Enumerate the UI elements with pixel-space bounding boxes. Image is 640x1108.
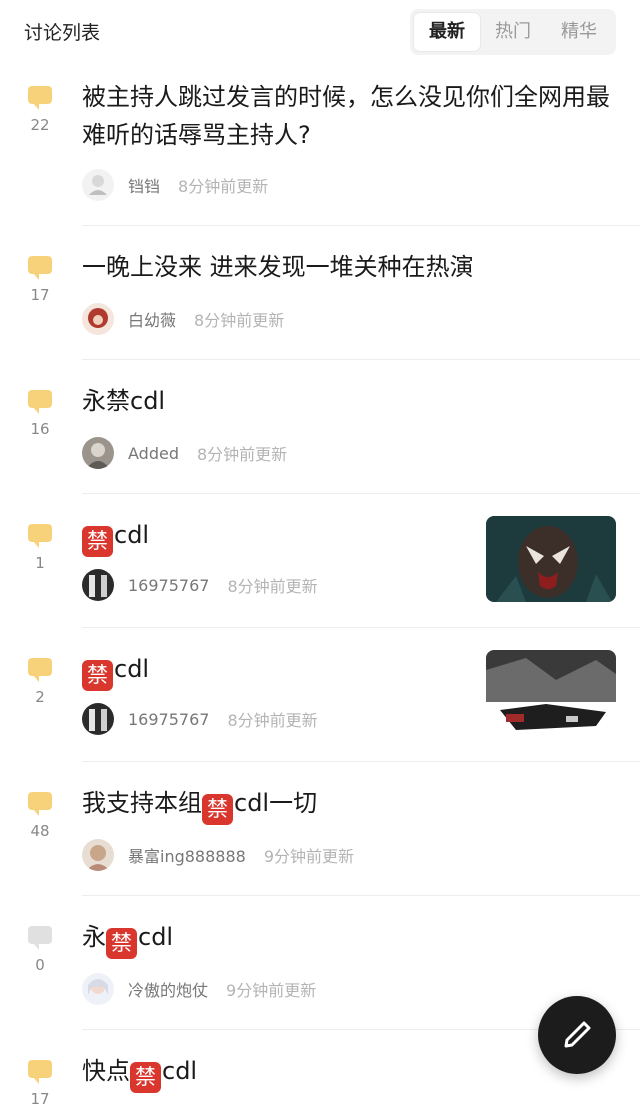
- post-title-text: cdl: [114, 655, 150, 683]
- avatar[interactable]: [82, 303, 114, 335]
- post-meta: 16975767 8分钟前更新: [82, 702, 318, 736]
- post-item[interactable]: 16 永禁cdl Added 8分钟前更新: [0, 360, 640, 494]
- avatar[interactable]: [82, 703, 114, 735]
- avatar[interactable]: [82, 569, 114, 601]
- updated-time: 8分钟前更新: [178, 177, 269, 196]
- tab-latest[interactable]: 最新: [414, 13, 480, 51]
- comment-bubble-icon: [28, 524, 52, 548]
- post-item[interactable]: 1 禁 cdl 16975767 8分钟前更新: [0, 494, 640, 628]
- post-item[interactable]: 48 我支持本组禁 cdl一切 暴富ing888888 9分钟前更新: [0, 762, 640, 896]
- updated-time: 9分钟前更新: [263, 847, 355, 866]
- post-title-text: cdl: [162, 1057, 198, 1085]
- ban-badge: 禁: [202, 794, 233, 825]
- post-meta: 16975767 8分钟前更新: [82, 568, 318, 602]
- comment-count: 0: [35, 956, 45, 974]
- updated-time: 8分钟前更新: [194, 311, 285, 330]
- post-title-text: cdl: [114, 521, 150, 549]
- comment-bubble-icon: [28, 390, 52, 414]
- comment-count: 1: [35, 554, 45, 572]
- post-meta: Added 8分钟前更新: [82, 436, 287, 470]
- post-item[interactable]: 17 一晚上没来 进来发现一堆关种在热演 白幼薇 8分钟前更新: [0, 226, 640, 360]
- sort-tabs: 最新 热门 精华: [410, 9, 616, 55]
- author-name[interactable]: 16975767: [128, 576, 209, 595]
- post-title[interactable]: 禁 cdl: [82, 650, 490, 691]
- post-item[interactable]: 22 被主持人跳过发言的时候，怎么没见你们全网用最难听的话辱骂主持人? 铛铛 8…: [0, 66, 640, 226]
- tab-hot[interactable]: 热门: [480, 13, 546, 51]
- post-title[interactable]: 我支持本组禁 cdl一切: [82, 784, 614, 825]
- post-title[interactable]: 一晚上没来 进来发现一堆关种在热演: [82, 248, 614, 286]
- author-name[interactable]: 暴富ing888888: [128, 843, 246, 867]
- post-title[interactable]: 禁 cdl: [82, 516, 490, 557]
- comment-bubble-icon: [28, 926, 52, 950]
- post-item[interactable]: 2 禁 cdl 16975767 8分钟前更新: [0, 628, 640, 762]
- post-thumbnail[interactable]: [486, 516, 616, 602]
- header: 讨论列表 最新 热门 精华: [0, 0, 640, 66]
- comment-count: 17: [30, 286, 50, 304]
- ban-badge: 禁: [106, 928, 137, 959]
- author-name[interactable]: 白幼薇: [128, 307, 176, 331]
- post-title-text: 快点: [82, 1057, 130, 1085]
- updated-time: 8分钟前更新: [227, 711, 318, 730]
- ban-badge: 禁: [130, 1062, 161, 1093]
- author-name[interactable]: 冷傲的炮仗: [128, 977, 208, 1001]
- author-name[interactable]: Added: [128, 444, 179, 463]
- comment-bubble-icon: [28, 86, 52, 110]
- ban-badge: 禁: [82, 526, 113, 557]
- post-meta: 冷傲的炮仗 9分钟前更新: [82, 972, 316, 1006]
- author-name[interactable]: 铛铛: [128, 173, 160, 197]
- post-title[interactable]: 永禁cdl: [82, 382, 614, 420]
- comment-count: 17: [30, 1090, 50, 1108]
- compose-button[interactable]: [538, 996, 616, 1074]
- avatar[interactable]: [82, 973, 114, 1005]
- comment-bubble-icon: [28, 1060, 52, 1084]
- comment-count: 2: [35, 688, 45, 706]
- post-title[interactable]: 永禁cdl: [82, 918, 614, 959]
- avatar[interactable]: [82, 437, 114, 469]
- post-title[interactable]: 被主持人跳过发言的时候，怎么没见你们全网用最难听的话辱骂主持人?: [82, 78, 614, 154]
- comment-bubble-icon: [28, 256, 52, 280]
- tab-featured[interactable]: 精华: [546, 13, 612, 51]
- avatar[interactable]: [82, 839, 114, 871]
- comment-count: 22: [30, 116, 50, 134]
- post-thumbnail[interactable]: [486, 650, 616, 736]
- comment-count: 16: [30, 420, 50, 438]
- post-title-text: cdl一切: [234, 789, 318, 817]
- post-title-text: 我支持本组: [82, 789, 202, 817]
- avatar[interactable]: [82, 169, 114, 201]
- post-title-text: 永: [82, 923, 106, 951]
- pencil-icon: [564, 1021, 591, 1048]
- ban-badge: 禁: [82, 660, 113, 691]
- author-name[interactable]: 16975767: [128, 710, 209, 729]
- comment-bubble-icon: [28, 792, 52, 816]
- page-title: 讨论列表: [24, 22, 101, 44]
- post-title[interactable]: 快点禁 cdl: [82, 1052, 614, 1093]
- post-meta: 铛铛 8分钟前更新: [82, 168, 268, 202]
- post-title-text: cdl: [138, 923, 174, 951]
- post-meta: 暴富ing888888 9分钟前更新: [82, 838, 354, 872]
- comment-count: 48: [30, 822, 50, 840]
- updated-time: 8分钟前更新: [196, 445, 288, 464]
- comment-bubble-icon: [28, 658, 52, 682]
- updated-time: 8分钟前更新: [227, 577, 318, 596]
- post-meta: 白幼薇 8分钟前更新: [82, 302, 284, 336]
- post-item[interactable]: 0 永禁 cdl 冷傲的炮仗 9分钟前更新: [0, 896, 640, 1030]
- updated-time: 9分钟前更新: [226, 981, 317, 1000]
